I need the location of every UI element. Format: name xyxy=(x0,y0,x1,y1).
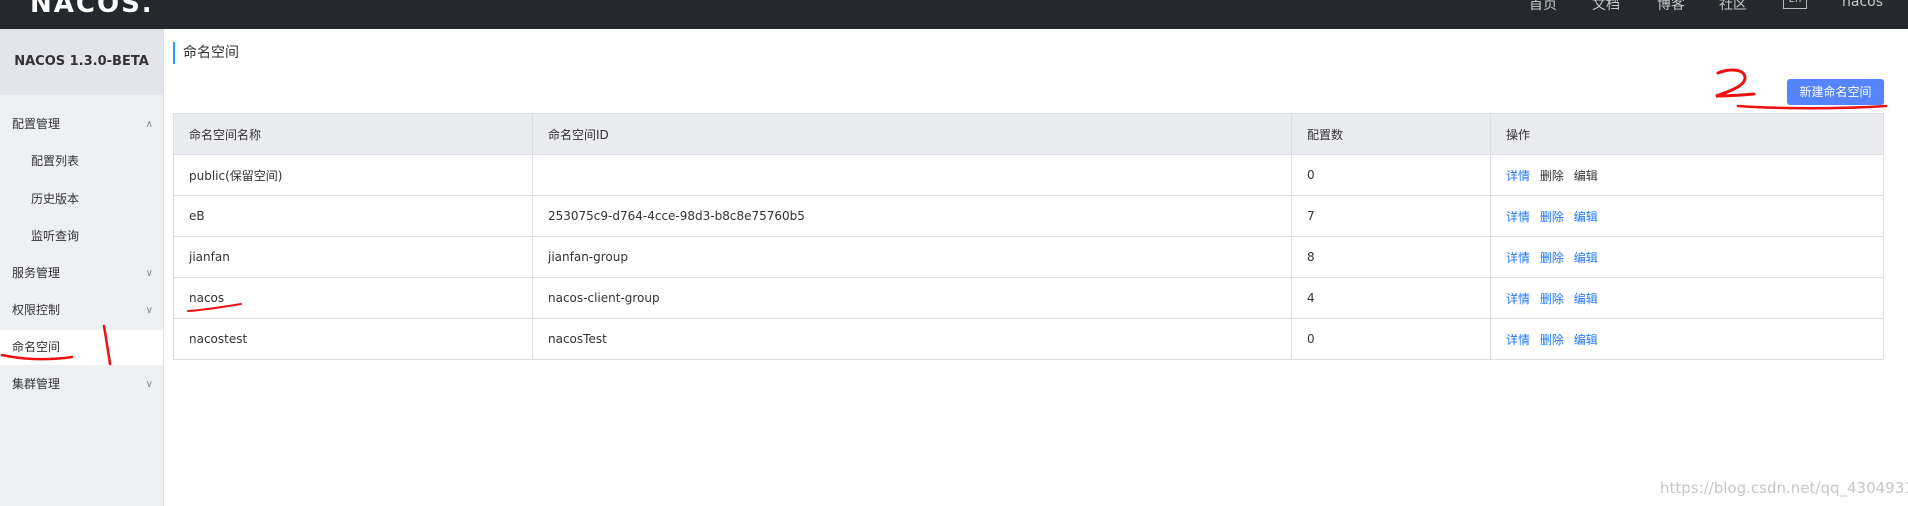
edit-link[interactable]: 编辑 xyxy=(1574,169,1598,183)
namespace-id xyxy=(532,154,1292,196)
config-count: 0 xyxy=(1291,154,1491,196)
table-row: nacos nacos-client-group 4 详情 删除 编辑 xyxy=(173,277,1884,319)
page-title: 命名空间 xyxy=(173,42,239,64)
column-header-actions: 操作 xyxy=(1490,113,1884,155)
namespace-id: 253075c9-d764-4cce-98d3-b8c8e75760b5 xyxy=(532,195,1292,237)
sidebar-item-label: 配置列表 xyxy=(31,154,80,168)
table-header-row: 命名空间名称 命名空间ID 配置数 操作 xyxy=(173,113,1884,155)
nacos-logo[interactable]: NACOS. xyxy=(30,0,154,19)
column-header-count: 配置数 xyxy=(1291,113,1491,155)
table-row: jianfan jianfan-group 8 详情 删除 编辑 xyxy=(173,236,1884,278)
chevron-down-icon: ∨ xyxy=(145,305,153,316)
actions-cell: 详情 删除 编辑 xyxy=(1490,154,1884,196)
actions-cell: 详情 删除 编辑 xyxy=(1490,277,1884,319)
namespace-name: jianfan xyxy=(173,236,533,278)
topnav-docs[interactable]: 文档 xyxy=(1592,0,1620,14)
namespace-name: public(保留空间) xyxy=(173,154,533,196)
table-row: nacostest nacosTest 0 详情 删除 编辑 xyxy=(173,318,1884,360)
watermark: https://blog.csdn.net/qq_43049310 xyxy=(1660,479,1908,497)
sidebar-item-label: 命名空间 xyxy=(12,340,61,354)
sidebar-item-service-management[interactable]: 服务管理 ∨ xyxy=(0,256,163,291)
delete-link[interactable]: 删除 xyxy=(1540,210,1564,224)
sidebar-item-label: 服务管理 xyxy=(12,266,61,280)
main-content: 命名空间 新建命名空间 命名空间名称 命名空间ID 配置数 操作 public(… xyxy=(163,29,1908,506)
user-menu[interactable]: nacos xyxy=(1842,0,1883,10)
delete-link[interactable]: 删除 xyxy=(1540,169,1564,183)
detail-link[interactable]: 详情 xyxy=(1506,333,1530,347)
namespace-table: 命名空间名称 命名空间ID 配置数 操作 public(保留空间) 0 详情 删… xyxy=(173,113,1884,360)
edit-link[interactable]: 编辑 xyxy=(1574,333,1598,347)
sidebar-item-label: 集群管理 xyxy=(12,377,61,391)
config-count: 7 xyxy=(1291,195,1491,237)
sidebar-item-access-control[interactable]: 权限控制 ∨ xyxy=(0,293,163,328)
namespace-name: eB xyxy=(173,195,533,237)
sidebar-item-label: 监听查询 xyxy=(31,229,80,243)
namespace-id: jianfan-group xyxy=(532,236,1292,278)
sidebar-item-label: 配置管理 xyxy=(12,117,61,131)
topnav-community[interactable]: 社区 xyxy=(1719,0,1747,14)
namespace-id: nacosTest xyxy=(532,318,1292,360)
topnav-blog[interactable]: 博客 xyxy=(1657,0,1685,14)
config-count: 8 xyxy=(1291,236,1491,278)
column-header-name: 命名空间名称 xyxy=(173,113,533,155)
delete-link[interactable]: 删除 xyxy=(1540,333,1564,347)
namespace-id: nacos-client-group xyxy=(532,277,1292,319)
edit-link[interactable]: 编辑 xyxy=(1574,292,1598,306)
actions-cell: 详情 删除 编辑 xyxy=(1490,195,1884,237)
namespace-name: nacos xyxy=(173,277,533,319)
language-switch-button[interactable]: En xyxy=(1783,0,1807,9)
sidebar-item-listener-query[interactable]: 监听查询 xyxy=(0,219,163,254)
delete-link[interactable]: 删除 xyxy=(1540,251,1564,265)
sidebar-item-namespace[interactable]: 命名空间 xyxy=(0,330,163,365)
table-row: eB 253075c9-d764-4cce-98d3-b8c8e75760b5 … xyxy=(173,195,1884,237)
chevron-up-icon: ∧ xyxy=(145,119,153,130)
edit-link[interactable]: 编辑 xyxy=(1574,210,1598,224)
version-label: NACOS 1.3.0-BETA xyxy=(0,29,163,95)
detail-link[interactable]: 详情 xyxy=(1506,251,1530,265)
topnav-home[interactable]: 首页 xyxy=(1529,0,1557,14)
config-count: 0 xyxy=(1291,318,1491,360)
sidebar-item-label: 历史版本 xyxy=(31,192,80,206)
delete-link[interactable]: 删除 xyxy=(1540,292,1564,306)
sidebar-item-config-list[interactable]: 配置列表 xyxy=(0,144,163,179)
sidebar-item-cluster-management[interactable]: 集群管理 ∨ xyxy=(0,367,163,402)
chevron-down-icon: ∨ xyxy=(145,379,153,390)
actions-cell: 详情 删除 编辑 xyxy=(1490,318,1884,360)
namespace-name: nacostest xyxy=(173,318,533,360)
new-namespace-button[interactable]: 新建命名空间 xyxy=(1787,79,1884,105)
config-count: 4 xyxy=(1291,277,1491,319)
column-header-id: 命名空间ID xyxy=(532,113,1292,155)
detail-link[interactable]: 详情 xyxy=(1506,169,1530,183)
top-bar: NACOS. 首页 文档 博客 社区 En nacos xyxy=(0,0,1908,29)
actions-cell: 详情 删除 编辑 xyxy=(1490,236,1884,278)
edit-link[interactable]: 编辑 xyxy=(1574,251,1598,265)
sidebar-item-history[interactable]: 历史版本 xyxy=(0,182,163,217)
sidebar: NACOS 1.3.0-BETA 配置管理 ∧ 配置列表 历史版本 监听查询 服… xyxy=(0,29,164,506)
sidebar-item-label: 权限控制 xyxy=(12,303,61,317)
detail-link[interactable]: 详情 xyxy=(1506,292,1530,306)
detail-link[interactable]: 详情 xyxy=(1506,210,1530,224)
table-row: public(保留空间) 0 详情 删除 编辑 xyxy=(173,154,1884,196)
chevron-down-icon: ∨ xyxy=(145,268,153,279)
sidebar-item-config-management[interactable]: 配置管理 ∧ xyxy=(0,107,163,142)
